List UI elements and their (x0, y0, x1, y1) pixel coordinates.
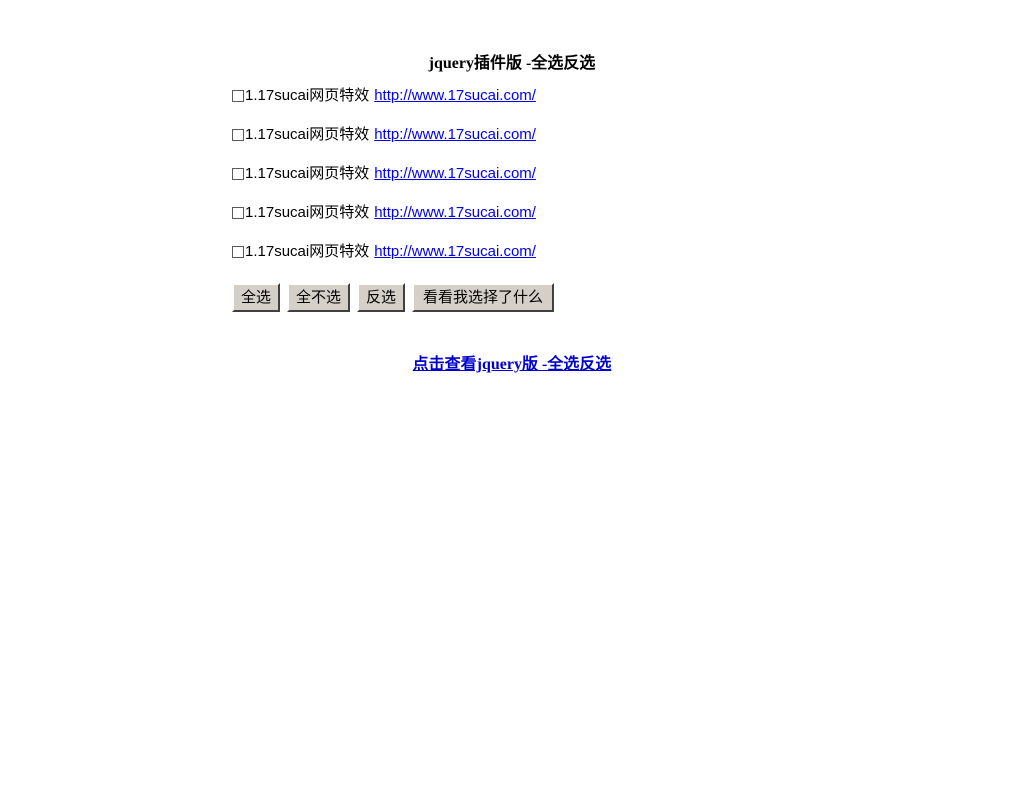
button-bar: 全选 全不选 反选 看看我选择了什么 (232, 283, 555, 312)
list-item: 1.17sucai网页特效 http://www.17sucai.com/ (232, 203, 536, 223)
list-item: 1.17sucai网页特效 http://www.17sucai.com/ (232, 125, 536, 145)
list-item-label: 1.17sucai网页特效 (245, 204, 370, 221)
footer-link-container: 点击查看jquery版 -全选反选 (0, 350, 1024, 374)
row-checkbox[interactable] (232, 168, 244, 180)
page-root: jquery插件版 -全选反选 1.17sucai网页特效 http://www… (0, 0, 1024, 800)
list-item-label: 1.17sucai网页特效 (245, 243, 370, 260)
checkbox-list: 1.17sucai网页特效 http://www.17sucai.com/ 1.… (232, 86, 536, 281)
row-checkbox[interactable] (232, 90, 244, 102)
select-none-button[interactable]: 全不选 (287, 283, 351, 312)
list-item: 1.17sucai网页特效 http://www.17sucai.com/ (232, 86, 536, 106)
list-item-link[interactable]: http://www.17sucai.com/ (374, 164, 536, 184)
list-item-label: 1.17sucai网页特效 (245, 165, 370, 182)
invert-selection-button[interactable]: 反选 (357, 283, 406, 312)
list-item-link[interactable]: http://www.17sucai.com/ (374, 242, 536, 262)
list-item: 1.17sucai网页特效 http://www.17sucai.com/ (232, 242, 536, 262)
list-item-label: 1.17sucai网页特效 (245, 87, 370, 104)
row-checkbox[interactable] (232, 129, 244, 141)
select-all-button[interactable]: 全选 (232, 283, 281, 312)
row-checkbox[interactable] (232, 246, 244, 258)
view-jquery-version-link[interactable]: 点击查看jquery版 -全选反选 (413, 356, 612, 373)
list-item: 1.17sucai网页特效 http://www.17sucai.com/ (232, 164, 536, 184)
page-title: jquery插件版 -全选反选 (428, 54, 596, 72)
row-checkbox[interactable] (232, 207, 244, 219)
list-item-label: 1.17sucai网页特效 (245, 126, 370, 143)
list-item-link[interactable]: http://www.17sucai.com/ (374, 125, 536, 145)
list-item-link[interactable]: http://www.17sucai.com/ (374, 203, 536, 223)
list-item-link[interactable]: http://www.17sucai.com/ (374, 86, 536, 106)
show-selection-button[interactable]: 看看我选择了什么 (412, 283, 555, 312)
